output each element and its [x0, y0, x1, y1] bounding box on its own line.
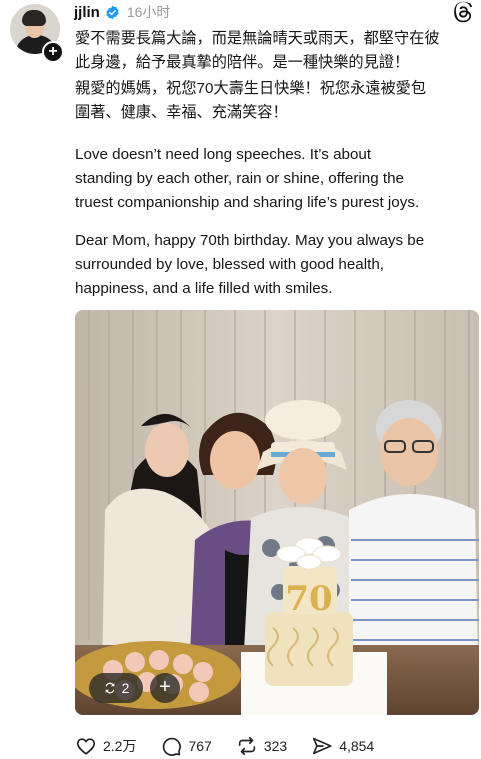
reply-count: 767 — [188, 738, 212, 754]
post-text-en-1: Love doesn’t need long speeches. It’s ab… — [75, 146, 420, 211]
carousel-counter[interactable]: 2 — [89, 673, 143, 703]
action-bar: 2.2万 767 323 4,854 — [75, 733, 398, 759]
profile-avatar[interactable]: + — [10, 4, 64, 63]
reply-button[interactable]: 767 — [160, 735, 212, 757]
threads-post: + jjlin 16小时 愛不需要長篇大論，而是無論晴天或雨天，都堅守在彼 此身… — [0, 0, 481, 759]
repost-count: 323 — [263, 738, 288, 754]
heart-icon — [76, 738, 96, 755]
family-birthday-photo: 70 — [75, 310, 479, 715]
post-time: 16小时 — [126, 4, 171, 20]
post-text-zh-2: 親愛的媽媽，祝您70大壽生日快樂！祝您永遠被愛包 圍著、健康、幸福、充滿笑容！ — [75, 80, 427, 121]
post-text-en-2: Dear Mom, happy 70th birthday. May you a… — [75, 232, 425, 297]
post-photo[interactable]: 70 — [75, 310, 479, 715]
repost-button[interactable]: 323 — [236, 735, 287, 757]
repost-icon — [238, 736, 255, 756]
share-count: 4,854 — [339, 738, 375, 754]
share-icon — [313, 737, 332, 755]
comment-icon — [163, 737, 182, 756]
plus-icon[interactable]: + — [150, 673, 180, 703]
carousel-icon — [105, 682, 114, 694]
threads-logo-icon[interactable] — [452, 1, 474, 23]
post-header: jjlin 16小时 — [74, 2, 170, 22]
share-button[interactable]: 4,854 — [311, 735, 374, 757]
post-text-zh-1: 愛不需要長篇大論，而是無論晴天或雨天，都堅守在彼 此身邊，給予最真摯的陪伴。是一… — [75, 30, 440, 71]
carousel-count: 2 — [121, 680, 130, 696]
verified-icon — [106, 5, 119, 19]
username[interactable]: jjlin — [74, 4, 100, 21]
cake-topper-number: 70 — [285, 579, 332, 619]
like-count: 2.2万 — [103, 738, 137, 754]
like-button[interactable]: 2.2万 — [75, 735, 136, 757]
follow-button[interactable]: + — [42, 41, 64, 63]
